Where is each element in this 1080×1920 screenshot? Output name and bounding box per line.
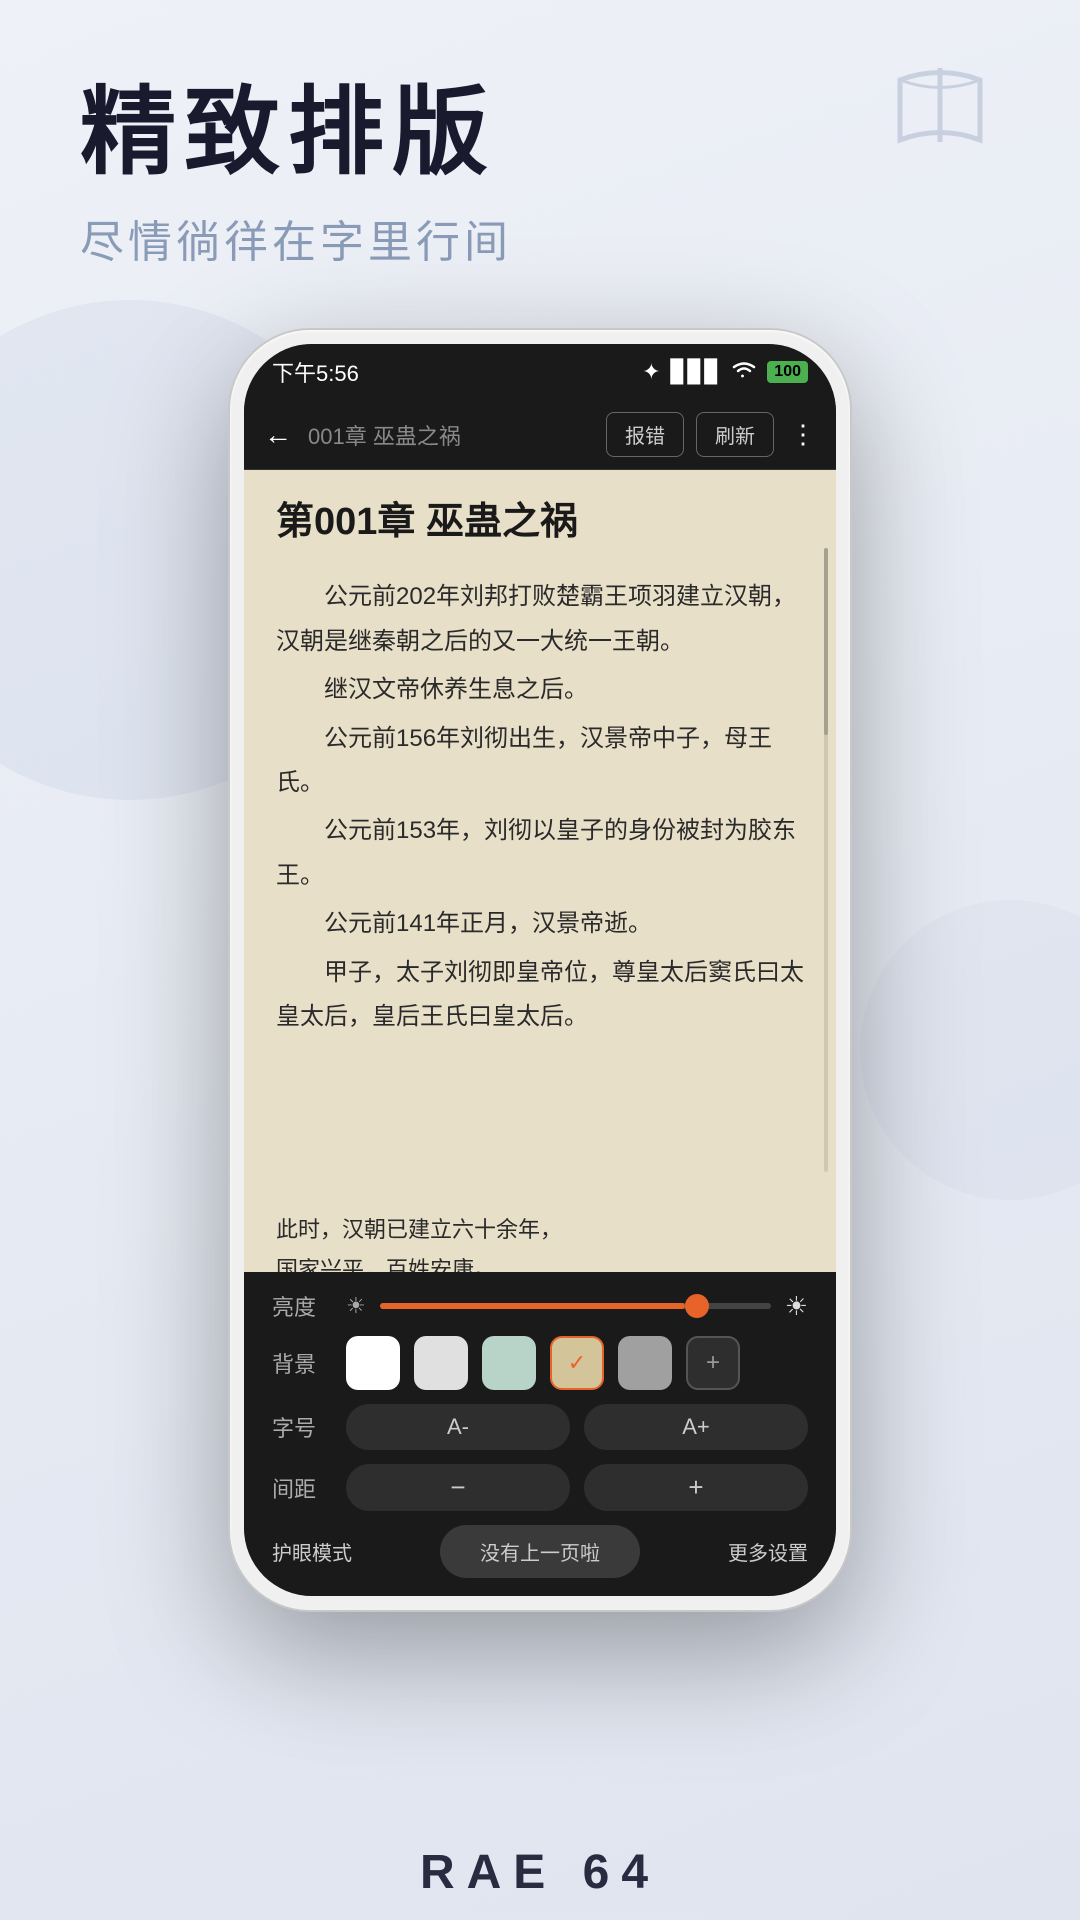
bottom-row: 护眼模式 没有上一页啦 更多设置 (272, 1525, 808, 1578)
battery-indicator: 100 (767, 361, 808, 383)
font-decrease-button[interactable]: A- (346, 1404, 570, 1450)
spacing-label: 间距 (272, 1472, 332, 1504)
bg-circle-right (860, 900, 1080, 1200)
back-button[interactable]: ← (264, 419, 292, 451)
chapter-title: 第001章 巫蛊之祸 (276, 498, 804, 547)
bottom-watermark: RAE 64 (420, 1845, 660, 1900)
book-paragraph-6: 甲子，太子刘彻即皇帝位，尊皇太后窦氏曰太皇太后，皇后王氏曰皇太后。 (276, 951, 804, 1040)
bluetooth-icon: ✦ (642, 359, 660, 385)
refresh-button[interactable]: 刷新 (696, 412, 774, 457)
selected-checkmark: ✓ (568, 1350, 586, 1376)
spacing-decrease-button[interactable]: − (346, 1464, 570, 1511)
more-button[interactable]: ⋮ (790, 419, 816, 450)
watermark-text: RAE 64 (420, 1846, 660, 1899)
sub-title: 尽情徜徉在字里行间 (80, 206, 1000, 270)
eye-mode-button[interactable]: 护眼模式 (272, 1537, 352, 1566)
signal-icon: ▊▊▊ (671, 359, 722, 385)
book-scrollbar[interactable] (824, 548, 828, 1172)
font-label: 字号 (272, 1411, 332, 1443)
bg-color-mint[interactable] (482, 1336, 536, 1390)
brightness-label: 亮度 (272, 1290, 332, 1322)
wifi-icon (731, 358, 757, 386)
settings-panel: 此时，汉朝已建立六十余年， 国家兴平，百姓安康。 亮度 ☀ ☀ 背景 (244, 1202, 836, 1596)
brightness-slider-thumb[interactable] (685, 1294, 709, 1318)
brightness-slider-track[interactable] (380, 1303, 771, 1309)
font-increase-button[interactable]: A+ (584, 1404, 808, 1450)
bg-color-light-gray[interactable] (414, 1336, 468, 1390)
book-paragraph-1: 公元前202年刘邦打败楚霸王项羽建立汉朝，汉朝是继秦朝之后的又一大统一王朝。 (276, 575, 804, 664)
sun-bright-icon: ☀ (785, 1291, 808, 1322)
book-paragraph-2: 继汉文帝休养生息之后。 (276, 668, 804, 712)
more-settings-button[interactable]: 更多设置 (728, 1537, 808, 1566)
status-bar: 下午5:56 ✦ ▊▊▊ 100 (244, 344, 836, 400)
bg-label: 背景 (272, 1347, 332, 1379)
overlay-book-text: 此时，汉朝已建立六十余年， 国家兴平，百姓安康。 (244, 1202, 836, 1272)
spacing-row: 间距 − + (272, 1464, 808, 1511)
report-button[interactable]: 报错 (606, 412, 684, 457)
main-title: 精致排版 (80, 80, 1000, 186)
brightness-row: 亮度 ☀ ☀ (272, 1290, 808, 1322)
sun-dim-icon: ☀ (346, 1293, 366, 1319)
add-color-icon: + (706, 1349, 720, 1377)
book-content: 第001章 巫蛊之祸 公元前202年刘邦打败楚霸王项羽建立汉朝，汉朝是继秦朝之后… (244, 470, 836, 1250)
brightness-slider-fill (380, 1303, 685, 1309)
status-time: 下午5:56 (272, 356, 359, 388)
phone-mockup: 下午5:56 ✦ ▊▊▊ 100 ← 00 (230, 330, 850, 1610)
book-paragraph-3: 公元前156年刘彻出生，汉景帝中子，母王氏。 (276, 717, 804, 806)
book-paragraph-5: 公元前141年正月，汉景帝逝。 (276, 902, 804, 946)
spacing-increase-button[interactable]: + (584, 1464, 808, 1511)
font-size-row: 字号 A- A+ (272, 1404, 808, 1450)
bg-color-row: 背景 ✓ + (272, 1336, 808, 1390)
bg-color-tan[interactable]: ✓ (550, 1336, 604, 1390)
bg-color-add[interactable]: + (686, 1336, 740, 1390)
scrollbar-thumb (824, 548, 828, 735)
phone-inner: 下午5:56 ✦ ▊▊▊ 100 ← 00 (244, 344, 836, 1596)
status-icons: ✦ ▊▊▊ 100 (642, 358, 808, 386)
phone-outer: 下午5:56 ✦ ▊▊▊ 100 ← 00 (230, 330, 850, 1610)
book-paragraph-4: 公元前153年，刘彻以皇子的身份被封为胶东王。 (276, 809, 804, 898)
bg-color-gray[interactable] (618, 1336, 672, 1390)
no-prev-button[interactable]: 没有上一页啦 (440, 1525, 640, 1578)
header-section: 精致排版 尽情徜徉在字里行间 (80, 80, 1000, 270)
bg-color-white[interactable] (346, 1336, 400, 1390)
chapter-nav-title: 001章 巫蛊之祸 (308, 419, 594, 451)
app-navbar: ← 001章 巫蛊之祸 报错 刷新 ⋮ (244, 400, 836, 470)
